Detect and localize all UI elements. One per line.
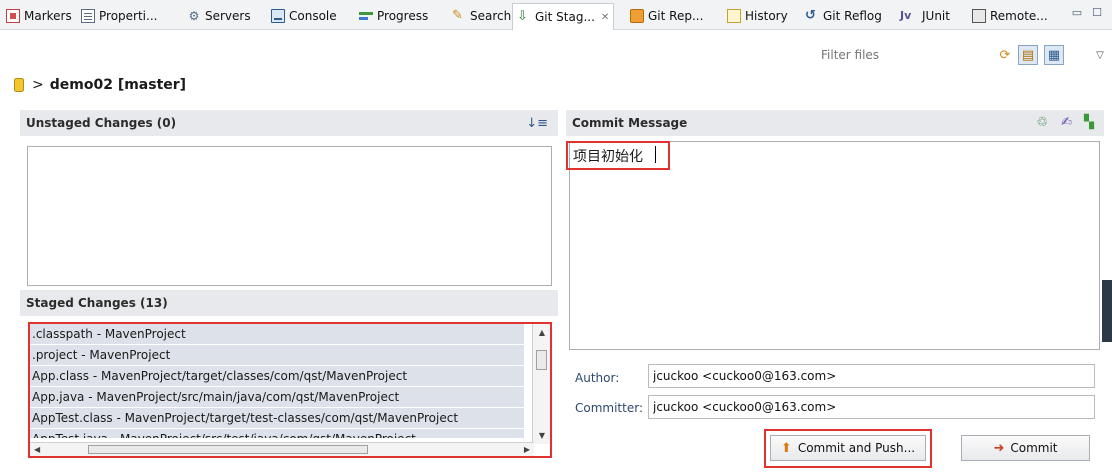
close-tab-icon[interactable]: ✕ [601,12,609,23]
commit-and-push-button[interactable]: ⬆ Commit and Push... [770,435,926,461]
unstaged-changes-list[interactable] [27,146,552,286]
signoff-icon[interactable]: ✍ [1061,115,1072,130]
scroll-thumb-horizontal[interactable] [88,445,368,454]
commit-message-input[interactable] [569,141,1100,350]
git-staging-icon: ⇩ [517,9,528,24]
refresh-icon[interactable]: ⟳ [995,45,1015,65]
tab-history[interactable]: History [727,4,788,28]
staged-changes-header: Staged Changes (13) [20,290,558,316]
staged-changes-list[interactable]: .classpath - MavenProject .project - Mav… [28,322,552,458]
tree-presentation-icon[interactable]: ▤ [1018,45,1038,65]
search-icon: ✎ [452,8,463,23]
commit-button[interactable]: ➜ Commit [961,435,1090,461]
console-icon [271,9,285,23]
commit-message-header: Commit Message ♲ ✍ ▚ [566,110,1104,136]
repository-name: demo02 [master] [49,77,187,93]
junit-icon: Jv [900,9,912,22]
progress-icon [359,9,373,23]
tab-git-repositories[interactable]: Git Rep... [630,4,703,28]
git-repositories-icon [630,9,644,23]
author-field[interactable] [648,364,1095,388]
scroll-left-icon[interactable]: ◀ [34,443,40,456]
repository-icon [14,78,24,92]
filter-files-input[interactable] [817,44,987,66]
view-tab-bar: Markers Properti... ⚙ Servers Console Pro… [0,0,1112,30]
push-icon: ⬆ [780,440,792,456]
properties-icon [81,9,95,23]
committer-field[interactable] [648,395,1095,419]
committer-label: Committer: [575,401,643,415]
view-menu-icon[interactable]: ▽ [1090,45,1110,65]
git-reflog-icon: ↺ [805,8,816,23]
column-layout-icon[interactable]: ▦ [1044,45,1064,65]
list-item[interactable]: .classpath - MavenProject [30,324,524,345]
tab-search[interactable]: ✎ Search [452,4,511,28]
list-item[interactable]: AppTest.class - MavenProject/target/test… [30,408,524,429]
scroll-down-icon[interactable]: ▼ [533,431,550,440]
scroll-up-icon[interactable]: ▲ [533,328,550,337]
repository-title: > demo02 [master] [14,77,186,93]
tab-git-reflog[interactable]: ↺ Git Reflog [805,4,882,28]
list-item[interactable]: App.class - MavenProject/target/classes/… [30,366,524,387]
tab-console[interactable]: Console [271,4,337,28]
overview-ruler [1102,280,1112,342]
tab-progress[interactable]: Progress [359,4,428,28]
list-item[interactable]: App.java - MavenProject/src/main/java/co… [30,387,524,408]
horizontal-scrollbar[interactable]: ◀ ▶ [30,442,534,456]
servers-icon: ⚙ [188,9,200,23]
minimize-icon[interactable]: ▭ [1070,6,1084,20]
maximize-icon[interactable]: ☐ [1090,6,1104,20]
scroll-thumb[interactable] [536,350,547,370]
author-label: Author: [575,371,620,385]
list-item[interactable]: .project - MavenProject [30,345,524,366]
tab-git-staging[interactable]: ⇩ Git Stag... ✕ [512,3,615,30]
markers-icon [6,9,20,23]
scroll-right-icon[interactable]: ▶ [524,443,530,456]
highlight-box [566,141,670,170]
tab-junit[interactable]: Jv JUnit [900,4,950,28]
tab-servers[interactable]: ⚙ Servers [187,4,251,28]
unstaged-changes-header: Unstaged Changes (0) ↓≡ [20,110,558,136]
remote-icon [972,9,986,23]
tab-remote[interactable]: Remote... [972,4,1048,28]
list-item[interactable]: AppTest.java - MavenProject/src/test/jav… [30,429,524,439]
commit-icon: ➜ [993,440,1005,456]
sort-icon[interactable]: ↓≡ [526,116,548,131]
amend-icon[interactable]: ♲ [1036,115,1048,130]
tab-markers[interactable]: Markers [6,4,72,28]
vertical-scrollbar[interactable]: ▲ ▼ [532,324,550,444]
change-id-icon[interactable]: ▚ [1084,115,1094,130]
history-icon [727,9,741,23]
tab-properties[interactable]: Properti... [81,4,157,28]
